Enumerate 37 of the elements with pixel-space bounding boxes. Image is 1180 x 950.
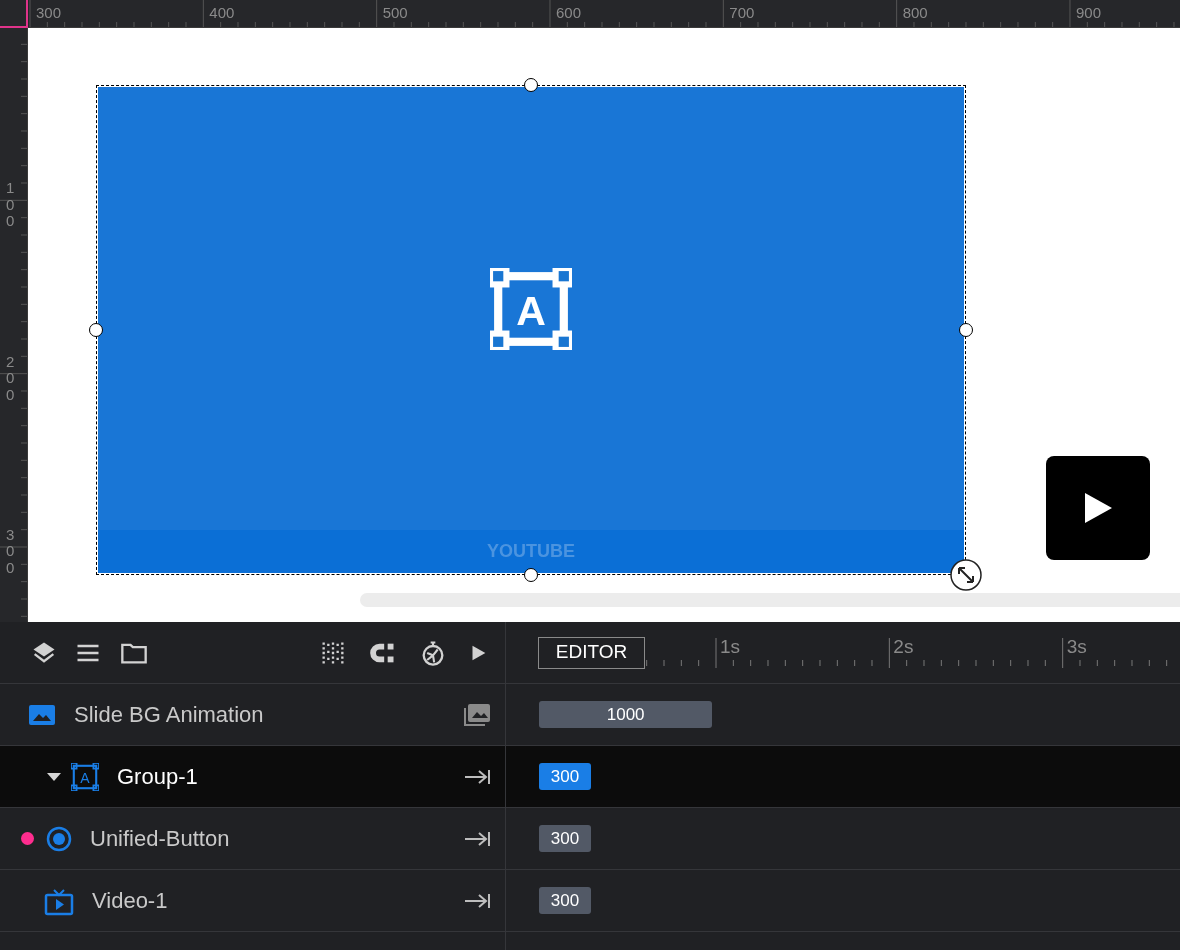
- editor-button[interactable]: EDITOR: [538, 636, 645, 669]
- time-label: 3s: [1066, 636, 1087, 658]
- layer-name: Unified-Button: [90, 825, 230, 853]
- ruler-label: 300: [6, 527, 16, 577]
- ruler-label: 600: [556, 4, 581, 22]
- radio-icon: [46, 825, 72, 852]
- element-caption: YOUTUBE: [487, 540, 575, 563]
- duration-bar[interactable]: 300: [539, 825, 591, 852]
- play-icon: [1083, 492, 1113, 524]
- layer-name: Slide BG Animation: [74, 701, 264, 729]
- layer-name: Group-1: [117, 763, 198, 791]
- resize-handle[interactable]: [524, 568, 538, 582]
- ruler-label: 400: [209, 4, 235, 22]
- image-icon: [28, 702, 56, 727]
- ruler-label: 500: [382, 4, 408, 22]
- text-frame-icon: A: [71, 762, 99, 791]
- ruler-label: 800: [902, 4, 928, 22]
- play-button[interactable]: [1046, 456, 1150, 560]
- time-label: 1s: [720, 636, 741, 658]
- youtube-element[interactable]: A YOUTUBE: [97, 86, 965, 574]
- duration-bar[interactable]: 300: [539, 887, 591, 914]
- duration-bar[interactable]: 300: [539, 763, 591, 790]
- scale-handle-icon[interactable]: [950, 559, 982, 591]
- layer-row[interactable]: A Group-1: [0, 746, 505, 808]
- ruler-label: 100: [6, 180, 16, 230]
- resize-handle[interactable]: [959, 323, 973, 337]
- resize-handle[interactable]: [89, 323, 103, 337]
- layer-name: Video-1: [92, 887, 168, 915]
- time-label: 2s: [893, 636, 914, 658]
- ruler-label: 300: [36, 4, 62, 22]
- ruler-label: 700: [729, 4, 755, 22]
- ruler-label: 200: [6, 353, 16, 404]
- ruler-label: 900: [1075, 4, 1101, 22]
- resize-handle[interactable]: [524, 78, 538, 92]
- duration-bar[interactable]: 1000: [539, 701, 713, 728]
- images-icon[interactable]: [463, 702, 491, 727]
- caret-icon[interactable]: [46, 771, 62, 782]
